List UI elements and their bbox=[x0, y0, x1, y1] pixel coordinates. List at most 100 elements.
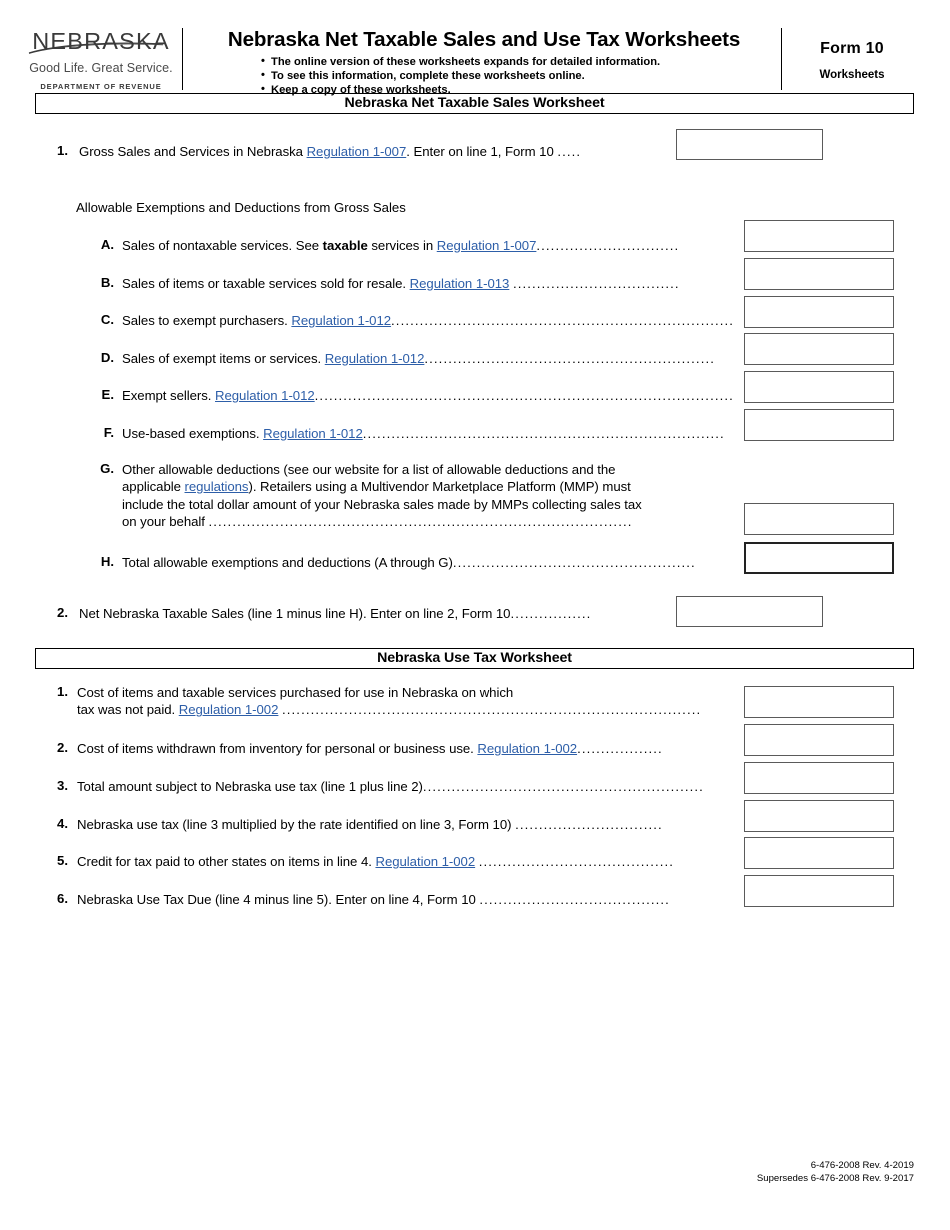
use-tax-line-2-text: Cost of items withdrawn from inventory f… bbox=[77, 740, 663, 757]
sales-item-a-letter: A. bbox=[100, 237, 114, 252]
use-tax-line-1-input[interactable] bbox=[744, 686, 894, 718]
regulation-link[interactable]: Regulation 1-007 bbox=[437, 238, 537, 253]
sales-item-h-text: Total allowable exemptions and deduction… bbox=[122, 554, 696, 571]
sales-item-a-input[interactable] bbox=[744, 220, 894, 252]
sales-item-e-text: Exempt sellers. Regulation 1-012........… bbox=[122, 387, 734, 404]
use-tax-line-5-row: 5. Credit for tax paid to other states o… bbox=[50, 853, 740, 870]
form-subtitle: Worksheets bbox=[819, 69, 885, 81]
form-header: NEBRASKA Good Life. Great Service. DEPAR… bbox=[28, 28, 922, 97]
sales-line-2-text: Net Nebraska Taxable Sales (line 1 minus… bbox=[79, 605, 591, 622]
use-tax-line-4-pre: Nebraska use tax (line 3 multiplied by t… bbox=[77, 817, 516, 832]
header-bullet-list: The online version of these worksheets e… bbox=[193, 54, 775, 97]
sales-item-d-input[interactable] bbox=[744, 333, 894, 365]
use-tax-worksheet-banner: Nebraska Use Tax Worksheet bbox=[35, 648, 914, 669]
use-tax-line-1-text: Cost of items and taxable services purch… bbox=[77, 684, 737, 719]
page-title: Nebraska Net Taxable Sales and Use Tax W… bbox=[227, 28, 741, 51]
form-page: NEBRASKA Good Life. Great Service. DEPAR… bbox=[0, 0, 950, 1230]
sales-item-e-letter: E. bbox=[101, 387, 114, 402]
sales-line-1-pre: Gross Sales and Services in Nebraska bbox=[79, 144, 307, 159]
sales-item-c-input[interactable] bbox=[744, 296, 894, 328]
logo-word-text: NEBRASKA bbox=[32, 28, 170, 54]
use-tax-line-3-row: 3. Total amount subject to Nebraska use … bbox=[50, 778, 740, 795]
leader-dots: ........................................… bbox=[282, 702, 702, 718]
leader-dots: ................. bbox=[510, 606, 592, 621]
sales-item-g-input[interactable] bbox=[744, 503, 894, 535]
use-tax-line-5-text: Credit for tax paid to other states on i… bbox=[77, 853, 674, 870]
leader-dots: ................................... bbox=[512, 276, 680, 291]
use-tax-line-3-text: Total amount subject to Nebraska use tax… bbox=[77, 778, 704, 795]
use-tax-line-6-row: 6. Nebraska Use Tax Due (line 4 minus li… bbox=[50, 891, 740, 908]
sales-item-g-text: Other allowable deductions (see our webs… bbox=[122, 461, 754, 531]
sales-line-2-row: 2. Net Nebraska Taxable Sales (line 1 mi… bbox=[50, 605, 690, 622]
use-tax-line-4-number: 4. bbox=[57, 816, 68, 831]
footer-supersedes: Supersedes 6-476-2008 Rev. 9-2017 bbox=[756, 1172, 914, 1184]
sales-item-e-row: E. Exempt sellers. Regulation 1-012.....… bbox=[94, 387, 744, 404]
leader-dots: ........................................… bbox=[478, 854, 675, 869]
sales-item-f-input[interactable] bbox=[744, 409, 894, 441]
use-tax-line-1-number: 1. bbox=[57, 684, 68, 699]
use-tax-line-6-input[interactable] bbox=[744, 875, 894, 907]
item-g-line4: on your behalf bbox=[122, 514, 209, 530]
header-center: Nebraska Net Taxable Sales and Use Tax W… bbox=[183, 28, 781, 96]
header-form-id: Form 10 Worksheets bbox=[781, 28, 922, 90]
regulation-link[interactable]: Regulation 1-002 bbox=[477, 741, 577, 756]
sales-item-d-letter: D. bbox=[100, 350, 114, 365]
logo-department: DEPARTMENT OF REVENUE bbox=[40, 81, 162, 91]
sales-worksheet-banner: Nebraska Net Taxable Sales Worksheet bbox=[35, 93, 914, 114]
use-tax-line-1-row: 1. Cost of items and taxable services pu… bbox=[50, 684, 740, 719]
item-b-pre: Sales of items or taxable services sold … bbox=[122, 276, 410, 291]
regulation-link[interactable]: Regulation 1-012 bbox=[291, 313, 391, 328]
regulation-link[interactable]: Regulation 1-002 bbox=[179, 702, 279, 717]
regulation-link[interactable]: Regulation 1-013 bbox=[410, 276, 510, 291]
regulations-link[interactable]: regulations bbox=[185, 479, 249, 494]
use-tax-line-3-input[interactable] bbox=[744, 762, 894, 794]
form-number: Form 10 bbox=[820, 40, 884, 57]
item-c-pre: Sales to exempt purchasers. bbox=[122, 313, 292, 328]
sales-item-a-row: A. Sales of nontaxable services. See tax… bbox=[94, 237, 744, 254]
use-tax-line-3-number: 3. bbox=[57, 778, 68, 793]
regulation-link[interactable]: Regulation 1-012 bbox=[215, 388, 315, 403]
sales-item-b-input[interactable] bbox=[744, 258, 894, 290]
sales-line-1-row: 1. Gross Sales and Services in Nebraska … bbox=[50, 143, 670, 160]
use-tax-line-3-pre: Total amount subject to Nebraska use tax… bbox=[77, 779, 423, 794]
footer-revision: 6-476-2008 Rev. 4-2019 bbox=[810, 1160, 914, 1171]
leader-dots: ........................................… bbox=[422, 779, 704, 794]
sales-item-f-text: Use-based exemptions. Regulation 1-012..… bbox=[122, 425, 725, 442]
leader-dots: ........................................… bbox=[391, 313, 735, 328]
sales-item-g-row: G. Other allowable deductions (see our w… bbox=[94, 461, 754, 531]
use-tax-line-5-input[interactable] bbox=[744, 837, 894, 869]
sales-line-2-label: Net Nebraska Taxable Sales (line 1 minus… bbox=[79, 606, 511, 621]
regulation-link[interactable]: Regulation 1-012 bbox=[325, 351, 425, 366]
use-tax-line-1-pre: tax was not paid. bbox=[77, 702, 179, 718]
leader-dots: ........................................… bbox=[362, 426, 725, 441]
sales-item-c-text: Sales to exempt purchasers. Regulation 1… bbox=[122, 312, 734, 329]
regulation-link[interactable]: Regulation 1-002 bbox=[375, 854, 475, 869]
use-tax-line-1-first: Cost of items and taxable services purch… bbox=[77, 685, 514, 700]
leader-dots: .............................. bbox=[536, 238, 680, 253]
regulation-link[interactable]: Regulation 1-007 bbox=[307, 144, 407, 159]
regulation-link[interactable]: Regulation 1-012 bbox=[263, 426, 363, 441]
sales-item-f-row: F. Use-based exemptions. Regulation 1-01… bbox=[94, 425, 744, 442]
allowable-exemptions-subheading: Allowable Exemptions and Deductions from… bbox=[76, 200, 406, 215]
leader-dots: ........................................ bbox=[479, 892, 670, 907]
sales-line-2-input[interactable] bbox=[676, 596, 823, 627]
use-tax-line-2-row: 2. Cost of items withdrawn from inventor… bbox=[50, 740, 740, 757]
item-g-line1: Other allowable deductions (see our webs… bbox=[122, 462, 616, 477]
sales-item-h-letter: H. bbox=[100, 554, 114, 569]
use-tax-line-6-number: 6. bbox=[57, 891, 68, 906]
header-bullet: To see this information, complete these … bbox=[261, 68, 775, 83]
header-bullet: The online version of these worksheets e… bbox=[261, 54, 775, 69]
sales-item-b-row: B. Sales of items or taxable services so… bbox=[94, 275, 744, 292]
sales-item-e-input[interactable] bbox=[744, 371, 894, 403]
use-tax-line-2-input[interactable] bbox=[744, 724, 894, 756]
leader-dots: .................. bbox=[577, 741, 663, 756]
sales-item-a-text: Sales of nontaxable services. See taxabl… bbox=[122, 237, 679, 254]
use-tax-line-4-input[interactable] bbox=[744, 800, 894, 832]
sales-item-d-text: Sales of exempt items or services. Regul… bbox=[122, 350, 715, 367]
sales-item-h-row: H. Total allowable exemptions and deduct… bbox=[94, 554, 754, 571]
leader-dots: ........................................… bbox=[424, 351, 715, 366]
use-tax-line-2-pre: Cost of items withdrawn from inventory f… bbox=[77, 741, 478, 756]
sales-item-h-input[interactable] bbox=[744, 542, 894, 574]
leader-dots: ........................................… bbox=[452, 555, 696, 570]
sales-line-1-input[interactable] bbox=[676, 129, 823, 160]
